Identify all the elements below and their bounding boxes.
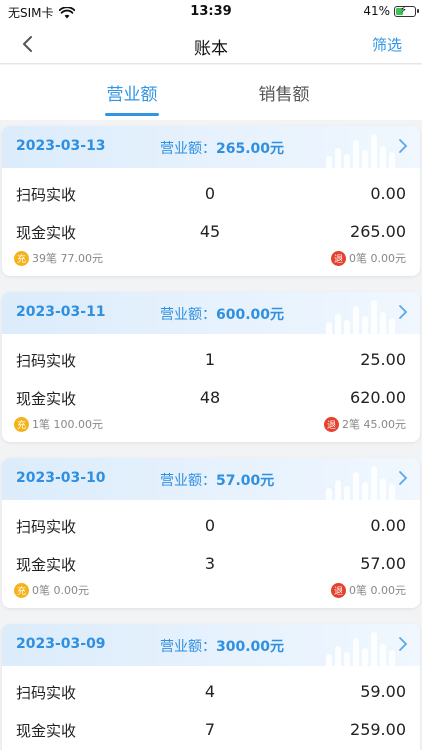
- decorative-bars: [326, 624, 406, 666]
- card-footer: 充 39笔 77.00元 退 0笔 0.00元: [2, 250, 420, 268]
- card-header: 2023-03-11 营业额：600.00元: [2, 292, 420, 334]
- charge-text: 1笔 100.00元: [32, 418, 103, 431]
- card-total-amount: 57.00元: [216, 473, 275, 489]
- cash-amount: 265.00: [350, 222, 406, 241]
- cash-label: 现金实收: [16, 722, 77, 740]
- refund-text: 0笔 0.00元: [349, 584, 406, 597]
- card-total: 营业额：265.00元: [160, 138, 284, 158]
- cash-row: 现金实收 7 259.00: [2, 718, 420, 742]
- refund-badge-icon: 退: [324, 416, 339, 432]
- card-date: 2023-03-09: [16, 636, 106, 652]
- page-title: 账本: [194, 39, 228, 59]
- refund-badge-icon: 退: [331, 250, 346, 266]
- cash-count: 45: [199, 222, 221, 241]
- scan-label: 扫码实收: [16, 352, 77, 370]
- tab-sales[interactable]: 销售额: [229, 80, 339, 105]
- cash-row: 现金实收 48 620.00: [2, 386, 420, 410]
- scan-row: 扫码实收 0 0.00: [2, 182, 420, 206]
- scan-amount: 59.00: [360, 682, 406, 701]
- charge-summary: 充 1笔 100.00元: [14, 416, 103, 432]
- charge-badge-icon: 充: [14, 416, 29, 432]
- card-date: 2023-03-13: [16, 138, 106, 154]
- ledger-card[interactable]: 2023-03-13 营业额：265.00元 扫码实收 0 0.00 现金实收 …: [2, 126, 420, 276]
- refund-summary: 退 0笔 0.00元: [331, 250, 406, 266]
- charge-badge-icon: 充: [14, 582, 29, 598]
- card-footer: 充 1笔 100.00元 退 2笔 45.00元: [2, 416, 420, 434]
- cash-count: 7: [204, 720, 216, 739]
- charging-bolt-icon: ⚡: [400, 4, 408, 16]
- scan-count: 0: [204, 184, 216, 203]
- refund-summary: 退 0笔 0.00元: [331, 582, 406, 598]
- scan-label: 扫码实收: [16, 186, 77, 204]
- battery-group: 41% ⚡: [363, 4, 419, 18]
- decorative-bars: [326, 292, 406, 334]
- cash-label: 现金实收: [16, 556, 77, 574]
- cash-label: 现金实收: [16, 390, 77, 408]
- charge-badge-icon: 充: [14, 250, 29, 266]
- cash-count: 3: [204, 554, 216, 573]
- card-header: 2023-03-13 营业额：265.00元: [2, 126, 420, 168]
- chevron-right-icon: [399, 305, 408, 319]
- chevron-right-icon: [399, 139, 408, 153]
- nav-bar: 账本 筛选: [0, 24, 422, 64]
- tab-active-indicator: [105, 113, 159, 116]
- tab-bar: 营业额 销售额: [0, 65, 422, 120]
- decorative-bars: [326, 126, 406, 168]
- status-time: 13:39: [190, 4, 232, 19]
- card-total-label: 营业额：: [160, 307, 216, 323]
- filter-button[interactable]: 筛选: [372, 34, 402, 55]
- card-total: 营业额：600.00元: [160, 304, 284, 324]
- battery-percent: 41%: [363, 4, 390, 18]
- chevron-right-icon: [399, 637, 408, 651]
- scan-amount: 25.00: [360, 350, 406, 369]
- card-total-label: 营业额：: [160, 141, 216, 157]
- card-total-amount: 265.00元: [216, 141, 285, 157]
- cash-row: 现金实收 45 265.00: [2, 220, 420, 244]
- scan-label: 扫码实收: [16, 684, 77, 702]
- scan-count: 0: [204, 516, 216, 535]
- card-total-label: 营业额：: [160, 473, 216, 489]
- scan-label: 扫码实收: [16, 518, 77, 536]
- charge-text: 0笔 0.00元: [32, 584, 89, 597]
- refund-summary: 退 2笔 45.00元: [324, 416, 406, 432]
- decorative-bars: [326, 458, 406, 500]
- card-header: 2023-03-09 营业额：300.00元: [2, 624, 420, 666]
- scan-row: 扫码实收 0 0.00: [2, 514, 420, 538]
- cash-amount: 259.00: [350, 720, 406, 739]
- card-footer: 充 0笔 0.00元 退 0笔 0.00元: [2, 582, 420, 600]
- charge-summary: 充 0笔 0.00元: [14, 582, 89, 598]
- card-total-label: 营业额：: [160, 639, 216, 655]
- ledger-card[interactable]: 2023-03-09 营业额：300.00元 扫码实收 4 59.00 现金实收…: [2, 624, 420, 750]
- cash-amount: 57.00: [360, 554, 406, 573]
- scan-amount: 0.00: [370, 184, 406, 203]
- charge-summary: 充 39笔 77.00元: [14, 250, 103, 266]
- chevron-right-icon: [399, 471, 408, 485]
- charge-text: 39笔 77.00元: [32, 252, 103, 265]
- card-date: 2023-03-10: [16, 470, 106, 486]
- status-bar: 无SIM卡 13:39 41% ⚡: [0, 0, 422, 24]
- scan-row: 扫码实收 4 59.00: [2, 680, 420, 704]
- scan-amount: 0.00: [370, 516, 406, 535]
- tab-revenue[interactable]: 营业额: [77, 80, 187, 105]
- refund-badge-icon: 退: [331, 582, 346, 598]
- cash-row: 现金实收 3 57.00: [2, 552, 420, 576]
- ledger-card[interactable]: 2023-03-11 营业额：600.00元 扫码实收 1 25.00 现金实收…: [2, 292, 420, 442]
- refund-text: 2笔 45.00元: [342, 418, 406, 431]
- refund-text: 0笔 0.00元: [349, 252, 406, 265]
- scan-count: 1: [204, 350, 216, 369]
- cash-count: 48: [199, 388, 221, 407]
- ledger-card[interactable]: 2023-03-10 营业额：57.00元 扫码实收 0 0.00 现金实收 3…: [2, 458, 420, 608]
- card-total-amount: 300.00元: [216, 639, 285, 655]
- card-date: 2023-03-11: [16, 304, 106, 320]
- card-header: 2023-03-10 营业额：57.00元: [2, 458, 420, 500]
- scan-count: 4: [204, 682, 216, 701]
- cash-label: 现金实收: [16, 224, 77, 242]
- card-total: 营业额：57.00元: [160, 470, 274, 490]
- cash-amount: 620.00: [350, 388, 406, 407]
- card-total: 营业额：300.00元: [160, 636, 284, 656]
- scan-row: 扫码实收 1 25.00: [2, 348, 420, 372]
- battery-icon: ⚡: [394, 4, 419, 17]
- card-total-amount: 600.00元: [216, 307, 285, 323]
